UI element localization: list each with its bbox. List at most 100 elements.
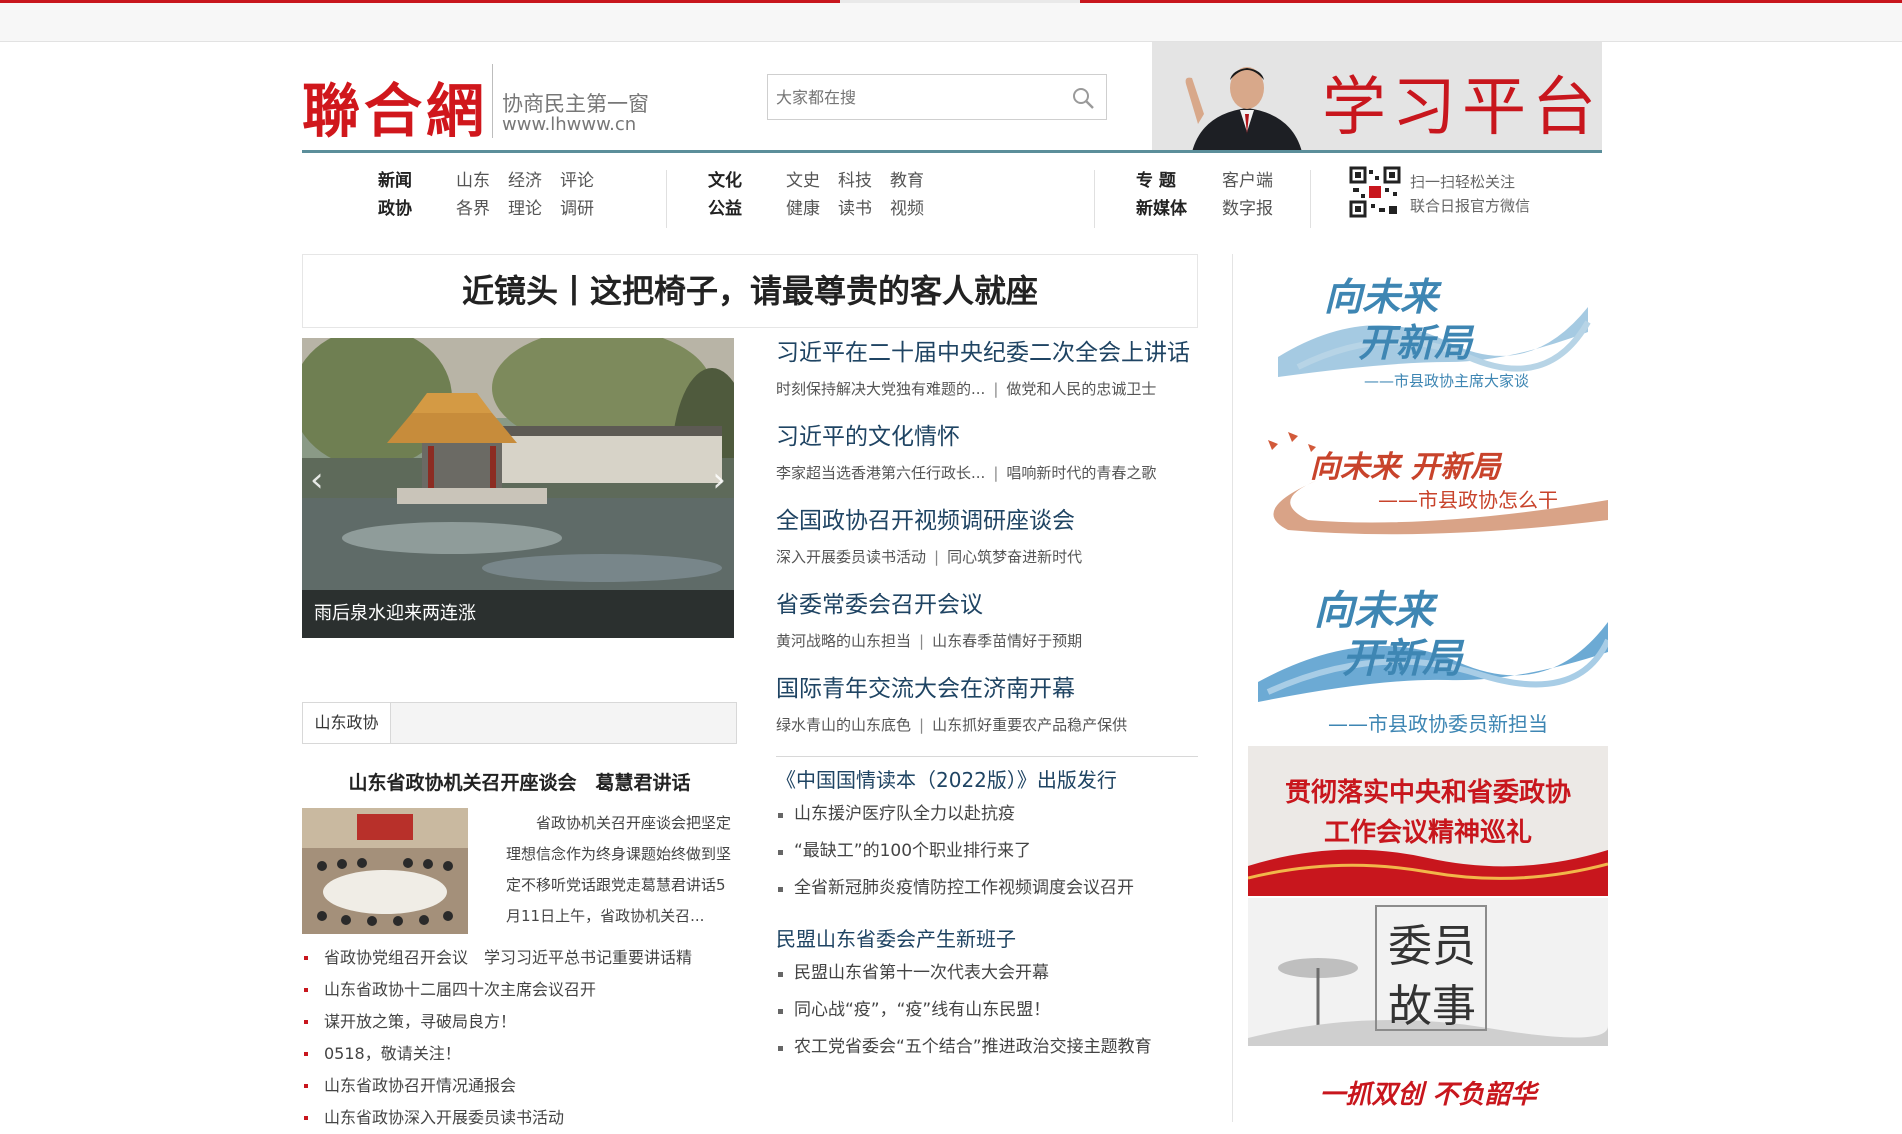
news-sub-link[interactable]: 山东抓好重要农产品稳产保供: [932, 716, 1127, 734]
logo-text: 聯合網: [302, 77, 489, 145]
nav-item-video[interactable]: 视频: [890, 194, 924, 219]
nav-item-education[interactable]: 教育: [890, 166, 924, 191]
news-sub-link[interactable]: 唱响新时代的青春之歌: [1006, 464, 1156, 482]
nav-item-history[interactable]: 文史: [786, 166, 820, 191]
list-item[interactable]: 省政协党组召开会议 学习习近平总书记重要讲话精: [302, 942, 738, 974]
qr-line-2: 联合日报官方微信: [1410, 197, 1531, 215]
news-sub-link[interactable]: 深入开展委员读书活动: [776, 548, 926, 566]
list-item[interactable]: 民盟山东省第十一次代表大会开幕: [776, 955, 1198, 992]
meeting-photo[interactable]: [302, 808, 468, 934]
list-item[interactable]: 全省新冠肺炎疫情防控工作视频调度会议召开: [776, 870, 1198, 907]
search-icon[interactable]: [1070, 85, 1096, 111]
study-platform-banner[interactable]: 学习平台: [1152, 42, 1602, 152]
secondary-news: 《中国国情读本（2022版）》出版发行 山东援沪医疗队全力以赴抗疫 “最缺工”的…: [776, 764, 1198, 1066]
banner2-title: 向未来 开新局: [1310, 450, 1501, 485]
nav-item-theory[interactable]: 理论: [508, 194, 542, 219]
news-group-title[interactable]: 《中国国情读本（2022版）》出版发行: [776, 764, 1198, 796]
search-box: [767, 74, 1107, 120]
news-sub-link[interactable]: 山东春季苗情好于预期: [932, 632, 1082, 650]
section-feature-title[interactable]: 山东省政协机关召开座谈会 葛慧君讲话: [302, 768, 737, 795]
news-item: 习近平在二十届中央纪委二次全会上讲话 时刻保持解决大党独有难题的... | 做党和人…: [776, 338, 1198, 422]
news-sub-link[interactable]: 绿水青山的山东底色: [776, 716, 911, 734]
news-title[interactable]: 省委常委会召开会议: [776, 590, 1198, 620]
nav-item-reading[interactable]: 读书: [838, 194, 872, 219]
news-item: 全国政协召开视频调研座谈会 深入开展委员读书活动 | 同心筑梦奋进新时代: [776, 506, 1198, 590]
list-item[interactable]: 0518，敬请关注！: [302, 1038, 738, 1070]
nav-item-health[interactable]: 健康: [786, 194, 820, 219]
list-item[interactable]: 农工党省委会“五个结合”推进政治交接主题教育: [776, 1029, 1198, 1066]
news-title[interactable]: 习近平在二十届中央纪委二次全会上讲话: [776, 338, 1198, 368]
news-title[interactable]: 习近平的文化情怀: [776, 422, 1198, 452]
news-sub-link[interactable]: 做党和人民的忠诚卫士: [1006, 380, 1156, 398]
nav-item-digital-paper[interactable]: 数字报: [1222, 194, 1273, 219]
banner3-line2: 开新局: [1342, 635, 1462, 682]
banner-future-how[interactable]: 向未来 开新局 ——市县政协怎么干: [1248, 420, 1608, 542]
nav-item-shandong[interactable]: 山东: [456, 166, 490, 191]
list-item[interactable]: 谋开放之策，寻破局良方！: [302, 1006, 738, 1038]
nav-lead-cppcc[interactable]: 政协: [378, 194, 426, 219]
study-platform-text: 学习平台: [1322, 71, 1602, 145]
slider-prev-icon[interactable]: ‹: [310, 460, 324, 500]
banner-future-members[interactable]: 向未来 开新局 ——市县政协委员新担当: [1248, 562, 1608, 740]
list-item[interactable]: “最缺工”的100个职业排行来了: [776, 833, 1198, 870]
site-logo[interactable]: 聯合網 协商民主第一窗 www.lhwww.cn: [302, 52, 802, 152]
nav-lead-charity[interactable]: 公益: [708, 194, 756, 219]
banner1-line2: 开新局: [1358, 320, 1473, 365]
list-item[interactable]: 同心战“疫”，“疫”线有山东民盟！: [776, 992, 1198, 1029]
news-sub-link[interactable]: 李家超当选香港第六任行政长...: [776, 464, 985, 482]
slider-next-icon[interactable]: ›: [712, 460, 726, 500]
banner-member-stories[interactable]: 委员 故事: [1248, 898, 1608, 1046]
tab-shandong-cppcc[interactable]: 山东政协: [303, 703, 391, 743]
nav-lead-news[interactable]: 新闻: [378, 166, 426, 191]
feature-summary[interactable]: 省政协机关召开座谈会把坚定理想信念作为终身课题始终做到坚定不移听党话跟党走葛慧君…: [506, 808, 738, 932]
nav-lead-culture[interactable]: 文化: [708, 166, 756, 191]
column-divider: [1232, 254, 1233, 1122]
photo-slider[interactable]: ‹ › 雨后泉水迎来两连涨: [302, 338, 734, 638]
search-input[interactable]: [768, 75, 1048, 119]
news-item: 国际青年交流大会在济南开幕 绿水青山的山东底色 | 山东抓好重要农产品稳产保供: [776, 674, 1198, 758]
nav-row: 专 题 客户端: [1136, 164, 1273, 192]
nav-group-special: 专 题 客户端 新媒体 数字报: [1136, 164, 1273, 220]
banner-conference-review[interactable]: 贯彻落实中央和省委政协 工作会议精神巡礼: [1248, 746, 1608, 896]
banner-innovation[interactable]: 一抓双创 不负韶华: [1248, 1050, 1608, 1122]
top-headline[interactable]: 近镜头丨这把椅子，请最尊贵的客人就座: [302, 254, 1198, 328]
news-sub-link[interactable]: 时刻保持解决大党独有难题的...: [776, 380, 985, 398]
news-item: 习近平的文化情怀 李家超当选香港第六任行政长... | 唱响新时代的青春之歌: [776, 422, 1198, 506]
nav-item-commentary[interactable]: 评论: [560, 166, 594, 191]
qr-code-icon: [1349, 166, 1401, 218]
news-title[interactable]: 全国政协召开视频调研座谈会: [776, 506, 1198, 536]
banner4-line1: 贯彻落实中央和省委政协: [1284, 778, 1571, 808]
nav-group-news: 新闻 山东 经济 评论 政协 各界 理论 调研: [378, 164, 594, 220]
nav-row: 公益 健康 读书 视频: [708, 192, 924, 220]
news-sub-link[interactable]: 同心筑梦奋进新时代: [947, 548, 1082, 566]
list-item[interactable]: 山东援沪医疗队全力以赴抗疫: [776, 796, 1198, 833]
news-group-title[interactable]: 民盟山东省委会产生新班子: [776, 923, 1198, 955]
leader-photo-icon: [1185, 67, 1302, 152]
slider-caption[interactable]: 雨后泉水迎来两连涨: [302, 590, 734, 638]
nav-divider: [1094, 170, 1095, 228]
news-sub: 绿水青山的山东底色 | 山东抓好重要农产品稳产保供: [776, 716, 1128, 734]
nav-row: 政协 各界 理论 调研: [378, 192, 594, 220]
headline-news-list: 习近平在二十届中央纪委二次全会上讲话 时刻保持解决大党独有难题的... | 做党和人…: [776, 338, 1198, 757]
news-divider: [776, 756, 1198, 757]
banner-future-chairs[interactable]: 向未来 开新局 ——市县政协主席大家谈: [1248, 262, 1608, 412]
header-rule: [302, 150, 1602, 153]
nav-lead-new-media[interactable]: 新媒体: [1136, 194, 1192, 219]
nav-item-research[interactable]: 调研: [560, 194, 594, 219]
nav-item-economy[interactable]: 经济: [508, 166, 542, 191]
logo-divider: [492, 64, 493, 138]
nav-lead-special[interactable]: 专 题: [1136, 166, 1192, 191]
news-title[interactable]: 国际青年交流大会在济南开幕: [776, 674, 1198, 704]
news-sub: 时刻保持解决大党独有难题的... | 做党和人民的忠诚卫士: [776, 380, 1157, 398]
news-item: 省委常委会召开会议 黄河战略的山东担当 | 山东春季苗情好于预期: [776, 590, 1198, 674]
nav-item-all-circles[interactable]: 各界: [456, 194, 490, 219]
banner5-line1: 委员: [1388, 921, 1476, 972]
list-item[interactable]: 山东省政协召开情况通报会: [302, 1070, 738, 1102]
news-sub-link[interactable]: 黄河战略的山东担当: [776, 632, 911, 650]
list-item[interactable]: 山东省政协十二届四十次主席会议召开: [302, 974, 738, 1006]
nav-item-client[interactable]: 客户端: [1222, 166, 1273, 191]
news-group-list: 民盟山东省第十一次代表大会开幕 同心战“疫”，“疫”线有山东民盟！ 农工党省委会…: [776, 955, 1198, 1066]
banner5-line2: 故事: [1388, 981, 1476, 1032]
nav-item-tech[interactable]: 科技: [838, 166, 872, 191]
list-item[interactable]: 山东省政协深入开展委员读书活动: [302, 1102, 738, 1134]
